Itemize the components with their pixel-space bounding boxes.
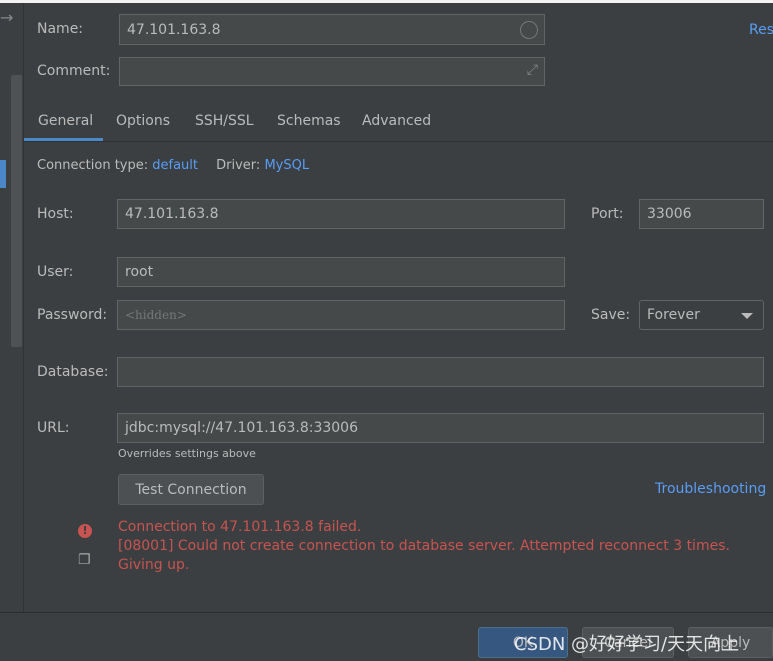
scrollbar[interactable] bbox=[11, 75, 22, 347]
user-label: User: bbox=[37, 264, 74, 280]
name-label: Name: bbox=[37, 21, 84, 37]
driver-label: Driver: bbox=[216, 158, 261, 173]
watermark: CSDN @好好学习/天天向上 bbox=[514, 634, 740, 655]
chevron-down-icon bbox=[741, 313, 753, 319]
tab-divider bbox=[24, 141, 773, 142]
host-value: 47.101.163.8 bbox=[125, 206, 219, 222]
connection-info: Connection type: default Driver: MySQL bbox=[37, 158, 309, 173]
connection-type-link[interactable]: default bbox=[152, 158, 198, 173]
error-line-2: [08001] Could not create connection to d… bbox=[118, 538, 730, 573]
comment-input[interactable]: ⤢ bbox=[119, 57, 545, 86]
password-input[interactable]: <hidden> bbox=[117, 300, 565, 330]
driver-link[interactable]: MySQL bbox=[264, 158, 309, 173]
url-hint: Overrides settings above bbox=[118, 447, 256, 460]
url-input[interactable]: jdbc:mysql://47.101.163.8:33006 bbox=[117, 413, 764, 443]
tab-advanced[interactable]: Advanced bbox=[362, 113, 431, 129]
error-message: Connection to 47.101.163.8 failed. [0800… bbox=[118, 518, 758, 575]
password-placeholder: <hidden> bbox=[125, 308, 187, 322]
connection-type-label: Connection type: bbox=[37, 158, 149, 173]
password-label: Password: bbox=[37, 307, 108, 323]
save-value: Forever bbox=[647, 307, 700, 323]
port-input[interactable]: 33006 bbox=[639, 199, 764, 229]
port-value: 33006 bbox=[647, 206, 692, 222]
reset-link[interactable]: Res bbox=[749, 22, 773, 38]
tab-ssh-ssl[interactable]: SSH/SSL bbox=[195, 113, 254, 129]
host-input[interactable]: 47.101.163.8 bbox=[117, 199, 565, 229]
selected-item-indicator bbox=[0, 160, 6, 188]
database-label: Database: bbox=[37, 364, 109, 380]
user-input[interactable]: root bbox=[117, 257, 565, 287]
arrow-right-icon[interactable]: → bbox=[0, 8, 13, 27]
expand-icon[interactable]: ⤢ bbox=[527, 62, 538, 78]
error-icon: ! bbox=[78, 524, 92, 538]
url-value: jdbc:mysql://47.101.163.8:33006 bbox=[125, 420, 358, 436]
tab-schemas[interactable]: Schemas bbox=[277, 113, 341, 129]
copy-icon[interactable]: ❐ bbox=[78, 552, 94, 568]
user-value: root bbox=[125, 264, 154, 280]
top-edge bbox=[0, 0, 773, 3]
tab-general[interactable]: General bbox=[38, 113, 93, 129]
database-input[interactable] bbox=[117, 357, 764, 387]
save-label: Save: bbox=[591, 307, 631, 323]
troubleshooting-link[interactable]: Troubleshooting bbox=[655, 481, 766, 497]
port-label: Port: bbox=[591, 206, 624, 222]
comment-label: Comment: bbox=[37, 63, 111, 79]
test-connection-button[interactable]: Test Connection bbox=[118, 474, 264, 505]
tab-options[interactable]: Options bbox=[116, 113, 170, 129]
name-value: 47.101.163.8 bbox=[127, 21, 221, 38]
error-line-1: Connection to 47.101.163.8 failed. bbox=[118, 519, 362, 535]
color-circle-icon[interactable] bbox=[520, 21, 538, 39]
host-label: Host: bbox=[37, 206, 74, 222]
save-select[interactable]: Forever bbox=[639, 300, 764, 330]
name-input[interactable]: 47.101.163.8 bbox=[119, 14, 545, 45]
url-label: URL: bbox=[37, 420, 70, 436]
